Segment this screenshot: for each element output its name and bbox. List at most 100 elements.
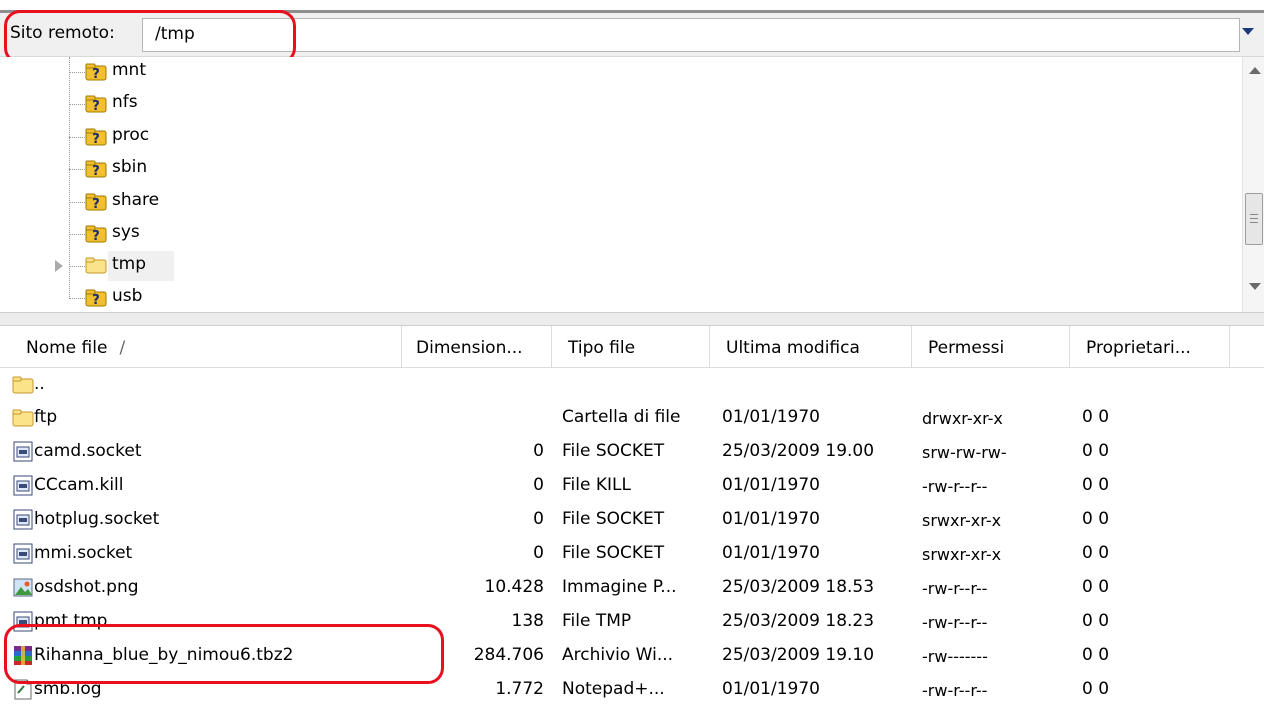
file-icon: [13, 475, 33, 496]
tree-item-sys[interactable]: ? sys: [0, 218, 600, 250]
file-type: File SOCKET: [562, 441, 665, 461]
file-name: hotplug.socket: [34, 509, 160, 529]
column-header-name[interactable]: Nome file /: [0, 326, 402, 368]
file-type: Notepad+...: [562, 679, 665, 699]
file-name: CCcam.kill: [34, 475, 124, 495]
tree-item-proc[interactable]: ? proc: [0, 121, 600, 153]
file-type: File KILL: [562, 475, 631, 495]
file-row[interactable]: camd.socket 0 File SOCKET 25/03/2009 19.…: [0, 435, 1264, 469]
tree-item-label: proc: [112, 125, 150, 145]
file-modified: 01/01/1970: [722, 679, 820, 699]
tree-connector: [69, 202, 85, 203]
file-modified: 01/01/1970: [722, 543, 820, 563]
file-owner: 0 0: [1082, 645, 1110, 665]
unknown-folder-icon: ?: [85, 160, 107, 178]
scroll-down-icon[interactable]: [1249, 283, 1261, 290]
svg-text:?: ?: [92, 67, 100, 81]
column-header-modified[interactable]: Ultima modifica: [710, 326, 912, 368]
svg-text:?: ?: [92, 99, 100, 113]
tree-connector: [69, 169, 85, 170]
file-size: 0: [533, 509, 544, 529]
tree-item-share[interactable]: ? share: [0, 186, 600, 218]
column-header-owner[interactable]: Proprietari...: [1070, 326, 1230, 368]
file-row[interactable]: hotplug.socket 0 File SOCKET 01/01/1970 …: [0, 503, 1264, 537]
column-header-size[interactable]: Dimension...: [402, 326, 552, 368]
tree-item-label: mnt: [112, 60, 146, 80]
file-modified: 25/03/2009 18.23: [722, 611, 875, 631]
unknown-folder-icon: ?: [85, 289, 107, 307]
file-type: Cartella di file: [562, 407, 681, 427]
column-header-label: Ultima modifica: [726, 338, 860, 358]
scroll-up-icon[interactable]: [1249, 67, 1261, 74]
tree-connector: [69, 298, 85, 299]
column-header-type[interactable]: Tipo file: [552, 326, 710, 368]
file-owner: 0 0: [1082, 475, 1110, 495]
unknown-folder-icon: ?: [85, 128, 107, 146]
tree-connector: [69, 72, 85, 73]
remote-path-input[interactable]: /tmp: [142, 18, 1240, 52]
svg-text:?: ?: [92, 132, 100, 146]
tree-item-nfs[interactable]: ? nfs: [0, 88, 600, 120]
tree-item-sbin[interactable]: ? sbin: [0, 153, 600, 185]
tree-connector: [69, 266, 85, 267]
highlight-annotation-path: [4, 10, 296, 64]
file-row[interactable]: mmi.socket 0 File SOCKET 01/01/1970 srwx…: [0, 537, 1264, 571]
expand-arrow-icon[interactable]: [55, 260, 63, 272]
file-modified: 25/03/2009 18.53: [722, 577, 875, 597]
pane-splitter[interactable]: [0, 312, 1264, 326]
tree-connector: [69, 104, 85, 105]
tree-trunk-line: [69, 57, 70, 297]
file-permissions: -rw-r--r--: [922, 579, 988, 598]
file-row[interactable]: CCcam.kill 0 File KILL 01/01/1970 -rw-r-…: [0, 469, 1264, 503]
file-permissions: srwxr-xr-x: [922, 511, 1002, 530]
file-modified: 25/03/2009 19.00: [722, 441, 875, 461]
tree-item-label: nfs: [112, 92, 138, 112]
file-type: File SOCKET: [562, 509, 665, 529]
column-header-label: Permessi: [928, 338, 1005, 358]
highlight-annotation-archive: [4, 624, 444, 684]
file-type: Archivio Wi...: [562, 645, 674, 665]
file-permissions: -rw-r--r--: [922, 613, 988, 632]
file-owner: 0 0: [1082, 577, 1110, 597]
file-modified: 25/03/2009 19.10: [722, 645, 875, 665]
path-dropdown-icon[interactable]: [1242, 28, 1254, 35]
file-row[interactable]: ftp Cartella di file 01/01/1970 drwxr-xr…: [0, 401, 1264, 435]
svg-text:?: ?: [92, 197, 100, 211]
tree-item-usb[interactable]: ? usb: [0, 282, 600, 312]
column-header-label: Nome file: [26, 338, 108, 358]
file-owner: 0 0: [1082, 407, 1110, 427]
file-permissions: -rw-r--r--: [922, 681, 988, 700]
column-header-label: Dimension...: [416, 338, 523, 358]
svg-text:?: ?: [92, 229, 100, 243]
scroll-thumb[interactable]: [1245, 193, 1263, 245]
file-icon: [13, 543, 33, 564]
image-file-icon: [13, 578, 33, 597]
file-owner: 0 0: [1082, 441, 1110, 461]
file-list-header: Nome file / Dimension... Tipo file Ultima…: [0, 326, 1264, 368]
parent-folder-icon: [12, 376, 34, 394]
file-name: mmi.socket: [34, 543, 133, 563]
tree-item-label: sys: [112, 222, 140, 242]
column-header-permissions[interactable]: Permessi: [912, 326, 1070, 368]
unknown-folder-icon: ?: [85, 63, 107, 81]
tree-item-label: sbin: [112, 157, 148, 177]
tree-item-mnt[interactable]: ? mnt: [0, 57, 600, 88]
unknown-folder-icon: ?: [85, 95, 107, 113]
tree-vertical-scrollbar[interactable]: [1242, 57, 1264, 312]
file-row-parent[interactable]: ..: [0, 368, 1264, 402]
remote-directory-tree: ? mnt ? nfs ? proc ? sbin ? share ? sys …: [0, 57, 1242, 312]
tree-item-tmp[interactable]: tmp: [0, 250, 600, 282]
file-type: File TMP: [562, 611, 632, 631]
tree-item-label: usb: [112, 286, 143, 306]
file-owner: 0 0: [1082, 543, 1110, 563]
file-name: osdshot.png: [34, 577, 139, 597]
file-size: 0: [533, 475, 544, 495]
file-size: 0: [533, 441, 544, 461]
grip-line: [1250, 214, 1258, 215]
sort-indicator-icon: /: [119, 338, 126, 358]
grip-line: [1250, 218, 1258, 219]
column-header-label: Tipo file: [568, 338, 636, 358]
tree-item-label: tmp: [112, 254, 147, 274]
svg-text:?: ?: [92, 293, 100, 307]
file-row[interactable]: osdshot.png 10.428 Immagine P... 25/03/2…: [0, 571, 1264, 605]
